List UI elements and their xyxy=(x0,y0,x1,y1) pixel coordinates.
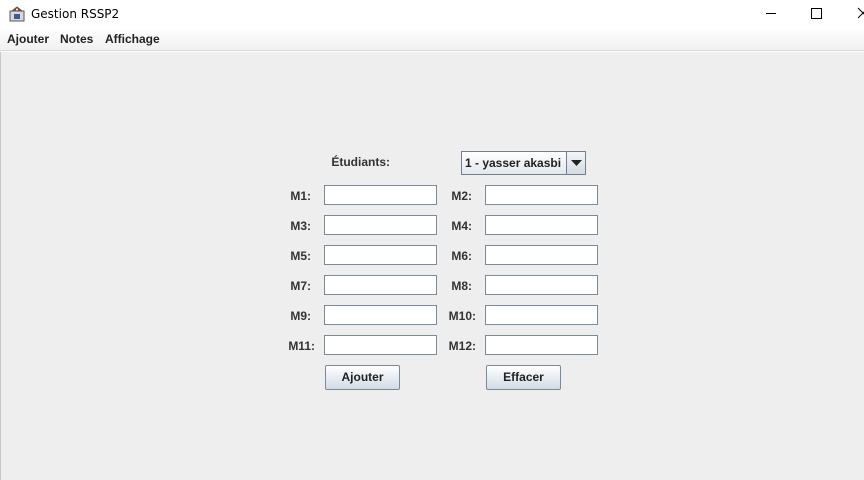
m2-label: M2: xyxy=(451,189,472,203)
students-label: Étudiants: xyxy=(331,155,390,169)
triangle-down-icon xyxy=(571,160,582,166)
m12-label: M12: xyxy=(448,339,476,353)
m12-field[interactable] xyxy=(485,335,598,355)
m2-field[interactable] xyxy=(485,185,598,205)
maximize-button[interactable] xyxy=(794,0,840,28)
java-app-icon xyxy=(9,6,25,22)
m7-label: M7: xyxy=(290,279,311,293)
m4-label: M4: xyxy=(451,219,472,233)
m9-field[interactable] xyxy=(324,305,437,325)
m7-field[interactable] xyxy=(324,275,437,295)
m8-field[interactable] xyxy=(485,275,598,295)
m4-field[interactable] xyxy=(485,215,598,235)
m1-label: M1: xyxy=(290,189,311,203)
m11-field[interactable] xyxy=(324,335,437,355)
content-panel xyxy=(0,52,864,480)
m6-label: M6: xyxy=(451,249,472,263)
m3-label: M3: xyxy=(290,219,311,233)
close-button[interactable] xyxy=(840,0,864,28)
m11-label: M11: xyxy=(288,339,315,353)
add-button[interactable]: Ajouter xyxy=(325,365,400,390)
student-select-value: 1 - yasser akasbi xyxy=(465,156,562,170)
clear-button[interactable]: Effacer xyxy=(486,365,561,390)
window-title: Gestion RSSP2 xyxy=(31,7,120,21)
menu-affichage[interactable]: Affichage xyxy=(105,32,160,46)
minimize-button[interactable] xyxy=(748,0,794,28)
m3-field[interactable] xyxy=(324,215,437,235)
m5-label: M5: xyxy=(290,249,311,263)
close-icon xyxy=(857,7,864,19)
minimize-icon xyxy=(766,13,776,14)
m9-label: M9: xyxy=(290,309,311,323)
menu-ajouter[interactable]: Ajouter xyxy=(7,32,49,46)
m1-field[interactable] xyxy=(324,185,437,205)
m8-label: M8: xyxy=(451,279,472,293)
student-select-arrow[interactable] xyxy=(566,152,585,174)
m5-field[interactable] xyxy=(324,245,437,265)
m10-label: M10: xyxy=(448,309,476,323)
menu-notes[interactable]: Notes xyxy=(60,32,93,46)
maximize-icon xyxy=(811,8,822,19)
title-bar: Gestion RSSP2 xyxy=(0,0,864,28)
m10-field[interactable] xyxy=(485,305,598,325)
menu-bar: Ajouter Notes Affichage xyxy=(0,28,864,51)
m6-field[interactable] xyxy=(485,245,598,265)
student-select[interactable]: 1 - yasser akasbi xyxy=(461,151,586,175)
